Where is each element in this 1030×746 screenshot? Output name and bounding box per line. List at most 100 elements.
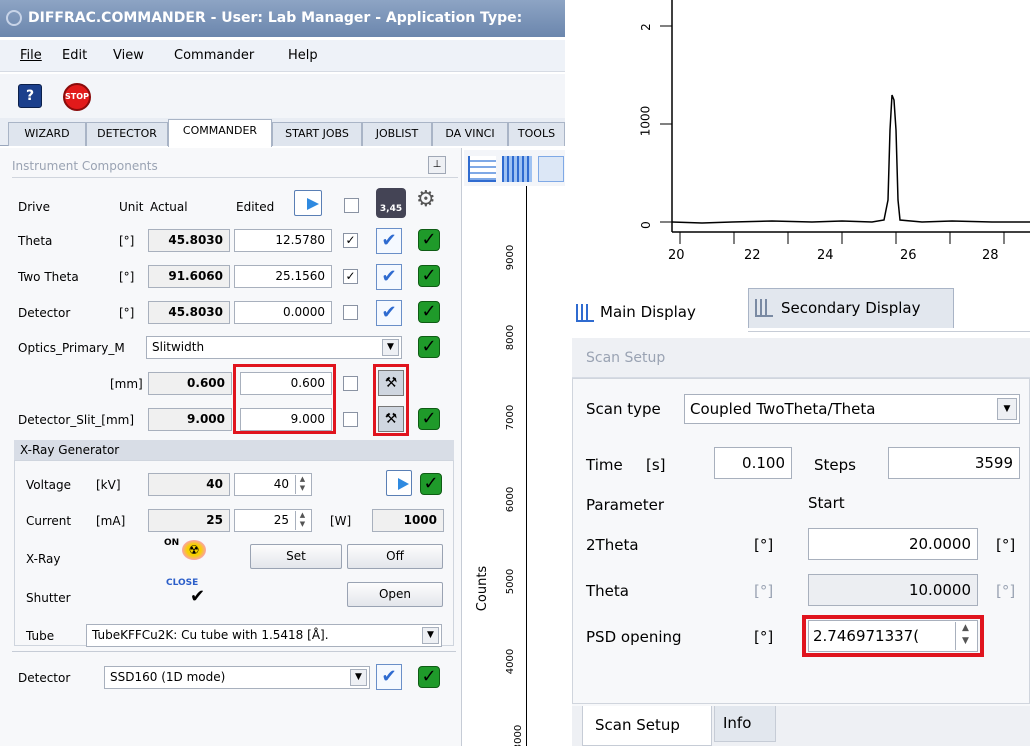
tab-secondary-display-label: Secondary Display <box>781 299 921 317</box>
power-value: 1000 <box>372 509 444 532</box>
detector-slit-label: Detector_Slit_[mm] <box>18 413 135 427</box>
current-spinner[interactable]: ▲ ▼ <box>295 511 309 530</box>
tube-label: Tube <box>26 629 55 643</box>
twotheta-edited-input[interactable]: 25.1560 <box>234 265 332 288</box>
panel-header: Instrument Components ⊥ <box>12 156 458 178</box>
time-label: Time <box>586 456 623 474</box>
left-plot-tick: 3000 <box>513 724 525 746</box>
theta-unit: [°] <box>119 234 135 248</box>
left-plot-tick: 5000 <box>505 568 517 595</box>
detector-angle-label: Detector <box>18 306 71 320</box>
menu-help[interactable]: Help <box>288 48 318 63</box>
twotheta-start-input[interactable]: 20.0000 <box>808 528 978 560</box>
settings-check-icon[interactable]: ⚙ <box>416 188 446 218</box>
chevron-down-icon[interactable]: ▼ <box>422 627 439 644</box>
optics-dropdown[interactable]: Slitwidth ▼ <box>146 336 402 359</box>
chevron-down-icon[interactable]: ▼ <box>382 339 399 356</box>
xray-off-button[interactable]: Off <box>347 544 443 569</box>
col-actual: Actual <box>150 200 188 214</box>
theta-label: Theta <box>18 234 53 248</box>
tab-main-display-label: Main Display <box>600 303 696 321</box>
theta-move-icon[interactable]: ✔ <box>376 228 402 254</box>
stop-icon[interactable]: STOP <box>63 83 91 111</box>
calc-345-icon[interactable]: 3,45 <box>376 188 406 218</box>
menu-file[interactable]: File <box>20 48 42 63</box>
xray-set-button[interactable]: Set <box>250 544 342 569</box>
detector-move-icon[interactable]: ✔ <box>376 664 402 690</box>
menu-edit[interactable]: Edit <box>62 48 87 63</box>
tab-info[interactable]: Info <box>714 706 776 742</box>
voltage-status-icon: ✓ <box>420 473 442 495</box>
detector-label: Detector <box>18 671 71 685</box>
twotheta-checkbox[interactable]: ✓ <box>343 269 358 284</box>
xray-export-icon[interactable] <box>386 470 412 496</box>
theta-edited-input[interactable]: 12.5780 <box>234 229 332 252</box>
detector-angle-move-icon[interactable]: ✔ <box>376 300 402 326</box>
scan-type-value: Coupled TwoTheta/Theta <box>690 400 876 418</box>
tab-scan-setup[interactable]: Scan Setup <box>582 706 712 746</box>
time-input[interactable]: 0.100 <box>714 447 792 479</box>
tab-da-vinci[interactable]: DA VINCI <box>432 122 508 146</box>
scan-setup-panel: Scan Setup Scan type Coupled TwoTheta/Th… <box>572 338 1030 746</box>
menu-view[interactable]: View <box>113 48 144 63</box>
scan-type-dropdown[interactable]: Coupled TwoTheta/Theta ▼ <box>684 394 1020 424</box>
left-plot-axis <box>526 186 527 746</box>
plot-xtick: 22 <box>744 248 761 263</box>
menu-commander[interactable]: Commander <box>174 48 254 63</box>
detector-angle-edited-input[interactable]: 0.0000 <box>234 301 332 324</box>
col-drive: Drive <box>18 200 50 214</box>
voltage-input[interactable]: 40 ▲ ▼ <box>234 473 312 496</box>
twotheta-status-icon: ✓ <box>418 265 440 287</box>
optics-actual: 0.600 <box>148 372 232 395</box>
detector-dropdown[interactable]: SSD160 (1D mode) ▼ <box>104 666 370 689</box>
chart-lines-icon[interactable] <box>468 156 496 182</box>
left-plot-tick: 7000 <box>505 404 517 431</box>
twotheta-scan-unit: [°] <box>754 536 774 554</box>
tab-commander[interactable]: COMMANDER <box>168 119 272 147</box>
tab-start-jobs[interactable]: START JOBS <box>272 122 362 146</box>
left-plot-tick: 6000 <box>505 486 517 513</box>
tab-joblist[interactable]: JOBLIST <box>362 122 432 146</box>
steps-input[interactable]: 3599 <box>888 447 1020 479</box>
optics-label: Optics_Primary_M <box>18 341 125 355</box>
xray-on-label: ON <box>164 538 180 548</box>
export-icon[interactable] <box>294 190 322 216</box>
pin-icon[interactable]: ⊥ <box>428 156 446 174</box>
panel-divider <box>12 651 456 652</box>
detector-slit-checkbox[interactable] <box>343 412 358 427</box>
header-checkbox[interactable] <box>344 198 359 213</box>
parameter-label: Parameter <box>586 496 665 514</box>
detector-angle-checkbox[interactable] <box>343 305 358 320</box>
psd-opening-label: PSD opening <box>586 628 682 646</box>
col-unit: Unit <box>119 200 144 214</box>
chart-grid-icon[interactable] <box>502 156 532 182</box>
save-icon[interactable]: ? <box>18 84 42 108</box>
plot-xtick: 20 <box>668 248 685 263</box>
chart-zoom-icon[interactable] <box>538 156 564 182</box>
plot-xtick: 26 <box>900 248 917 263</box>
twotheta-actual: 91.6060 <box>148 265 230 288</box>
app-logo-icon <box>6 10 22 26</box>
current-label: Current <box>26 514 72 528</box>
tab-tools[interactable]: TOOLS <box>508 122 565 146</box>
twotheta-move-icon[interactable]: ✔ <box>376 264 402 290</box>
voltage-spinner[interactable]: ▲ ▼ <box>295 475 309 494</box>
diffraction-plot <box>660 0 1030 244</box>
chevron-down-icon[interactable]: ▼ <box>350 669 367 686</box>
theta-checkbox[interactable]: ✓ <box>343 233 358 248</box>
left-plot-tick: 8000 <box>505 324 517 351</box>
tab-main-display[interactable]: Main Display <box>572 294 748 332</box>
detector-slit-status-icon: ✓ <box>418 408 440 430</box>
highlight-motor-icons <box>373 364 409 436</box>
tab-wizard[interactable]: WIZARD <box>8 122 86 146</box>
optics-checkbox[interactable] <box>343 376 358 391</box>
tube-dropdown[interactable]: TubeKFFCu2K: Cu tube with 1.5418 [Å]. ▼ <box>86 624 442 647</box>
current-input[interactable]: 25 ▲ ▼ <box>234 509 312 532</box>
left-plot-tick: 9000 <box>505 244 517 271</box>
xray-section-title: X-Ray Generator <box>20 443 120 457</box>
tab-secondary-display[interactable]: Secondary Display <box>748 288 954 328</box>
shutter-open-button[interactable]: Open <box>347 582 443 607</box>
voltage-actual: 40 <box>148 473 230 496</box>
chevron-down-icon[interactable]: ▼ <box>997 398 1017 420</box>
tab-detector[interactable]: DETECTOR <box>86 122 168 146</box>
